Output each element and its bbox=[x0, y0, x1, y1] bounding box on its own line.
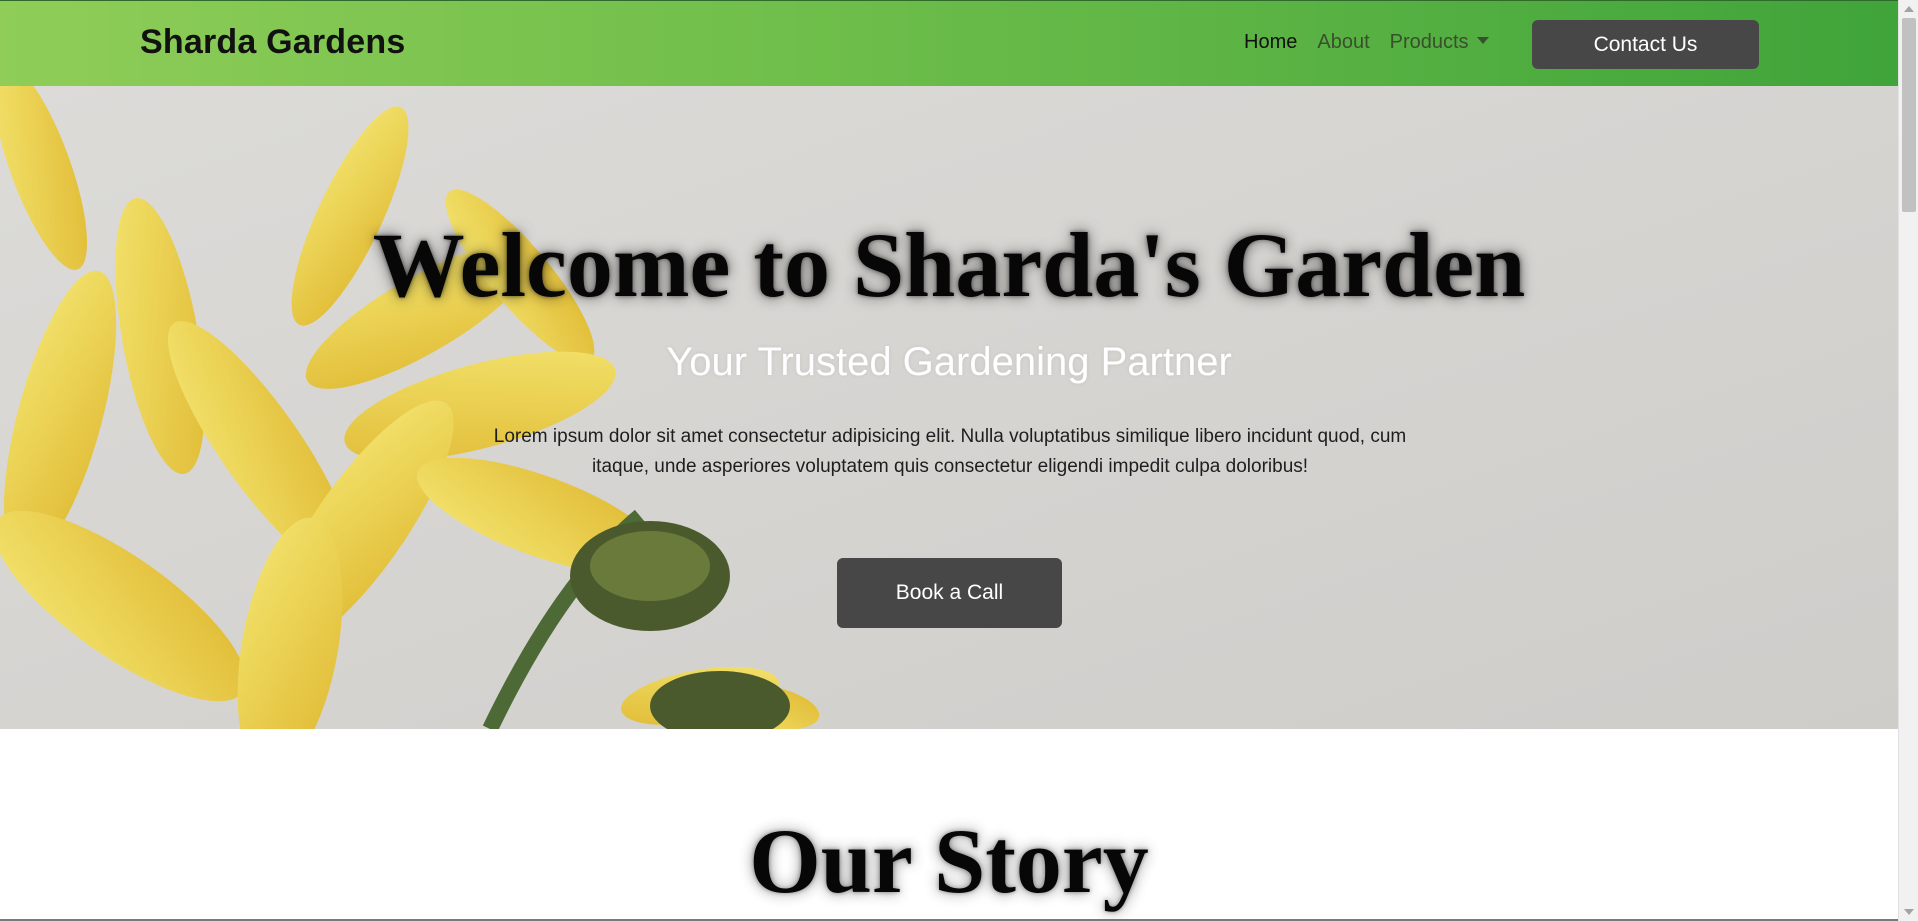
nav-links: Home About Products bbox=[1244, 31, 1509, 54]
story-title: Our Story bbox=[749, 810, 1149, 912]
hero-subtitle: Your Trusted Gardening Partner bbox=[666, 340, 1232, 384]
caret-down-icon bbox=[1476, 37, 1489, 45]
brand-logo[interactable]: Sharda Gardens bbox=[140, 23, 405, 62]
nav-link-products[interactable]: Products bbox=[1390, 31, 1489, 54]
scroll-thumb[interactable] bbox=[1902, 18, 1916, 212]
navbar: Sharda Gardens Home About Products Conta… bbox=[0, 0, 1898, 87]
scrollbar[interactable] bbox=[1898, 0, 1918, 921]
hero-title: Welcome to Sharda's Garden bbox=[372, 214, 1526, 316]
hero-background-image bbox=[0, 86, 1898, 729]
hero-description: Lorem ipsum dolor sit amet consectetur a… bbox=[493, 426, 1407, 477]
nav-link-about[interactable]: About bbox=[1317, 31, 1369, 54]
products-label: Products bbox=[1389, 31, 1469, 53]
hero-section: Welcome to Sharda's Garden Your Trusted … bbox=[0, 86, 1898, 729]
scroll-up-icon[interactable] bbox=[1904, 6, 1914, 12]
contact-us-button[interactable]: Contact Us bbox=[1532, 20, 1759, 69]
book-a-call-button[interactable]: Book a Call bbox=[837, 558, 1062, 628]
nav-link-home[interactable]: Home bbox=[1244, 31, 1297, 54]
scroll-down-icon[interactable] bbox=[1904, 909, 1914, 915]
